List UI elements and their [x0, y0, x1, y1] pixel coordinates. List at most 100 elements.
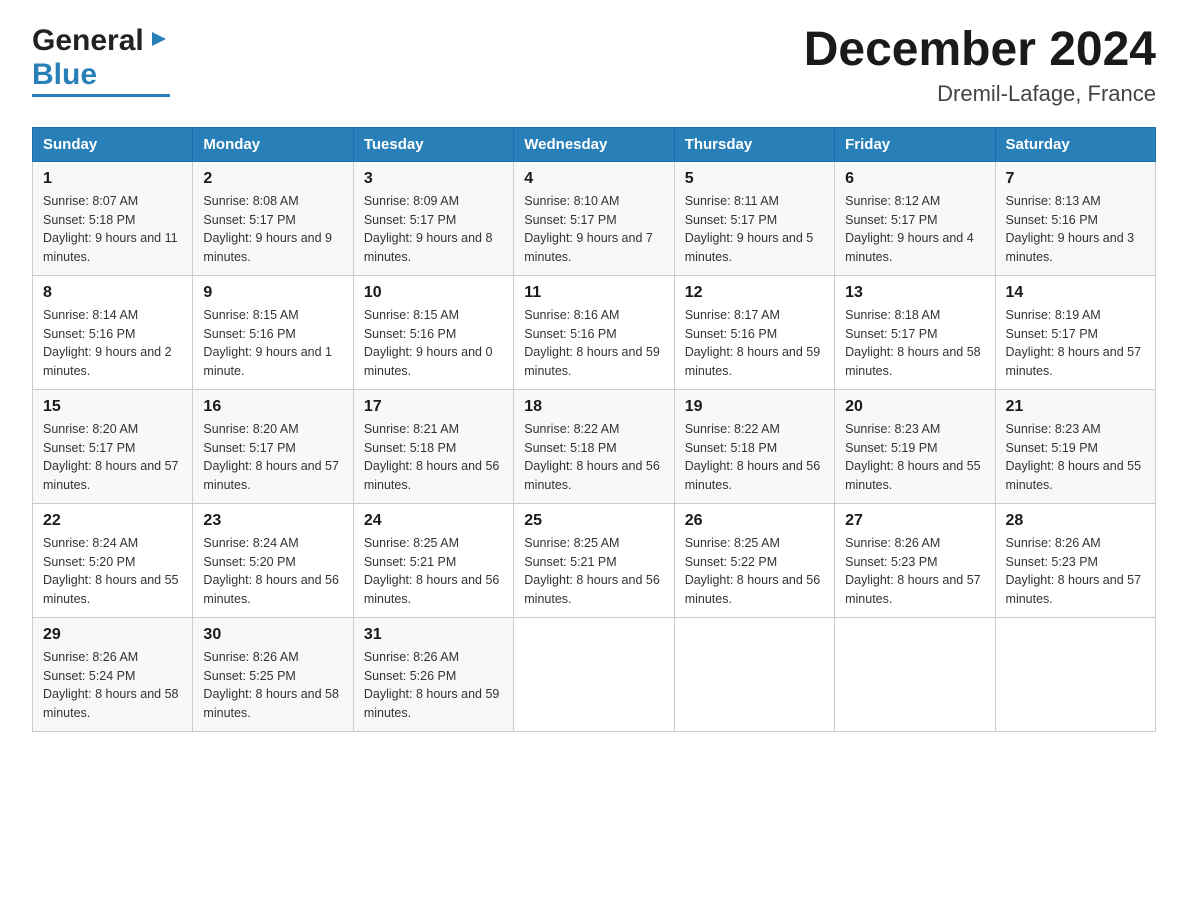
day-number: 30 — [203, 626, 342, 644]
calendar-cell: 24 Sunrise: 8:25 AM Sunset: 5:21 PM Dayl… — [353, 503, 513, 617]
calendar-cell: 3 Sunrise: 8:09 AM Sunset: 5:17 PM Dayli… — [353, 161, 513, 275]
day-info: Sunrise: 8:22 AM Sunset: 5:18 PM Dayligh… — [685, 420, 824, 495]
day-number: 15 — [43, 398, 182, 416]
day-info: Sunrise: 8:13 AM Sunset: 5:16 PM Dayligh… — [1006, 192, 1145, 267]
day-info: Sunrise: 8:23 AM Sunset: 5:19 PM Dayligh… — [1006, 420, 1145, 495]
day-number: 8 — [43, 284, 182, 302]
day-info: Sunrise: 8:21 AM Sunset: 5:18 PM Dayligh… — [364, 420, 503, 495]
calendar-week-row: 15 Sunrise: 8:20 AM Sunset: 5:17 PM Dayl… — [33, 389, 1156, 503]
calendar-cell: 25 Sunrise: 8:25 AM Sunset: 5:21 PM Dayl… — [514, 503, 674, 617]
calendar-cell: 4 Sunrise: 8:10 AM Sunset: 5:17 PM Dayli… — [514, 161, 674, 275]
calendar-week-row: 8 Sunrise: 8:14 AM Sunset: 5:16 PM Dayli… — [33, 275, 1156, 389]
calendar-cell — [995, 617, 1155, 731]
calendar-cell: 19 Sunrise: 8:22 AM Sunset: 5:18 PM Dayl… — [674, 389, 834, 503]
calendar-week-row: 29 Sunrise: 8:26 AM Sunset: 5:24 PM Dayl… — [33, 617, 1156, 731]
day-number: 12 — [685, 284, 824, 302]
day-number: 18 — [524, 398, 663, 416]
day-info: Sunrise: 8:26 AM Sunset: 5:23 PM Dayligh… — [845, 534, 984, 609]
day-info: Sunrise: 8:11 AM Sunset: 5:17 PM Dayligh… — [685, 192, 824, 267]
day-number: 22 — [43, 512, 182, 530]
day-number: 26 — [685, 512, 824, 530]
logo-arrow-icon — [148, 24, 170, 58]
day-info: Sunrise: 8:22 AM Sunset: 5:18 PM Dayligh… — [524, 420, 663, 495]
day-info: Sunrise: 8:16 AM Sunset: 5:16 PM Dayligh… — [524, 306, 663, 381]
day-info: Sunrise: 8:26 AM Sunset: 5:24 PM Dayligh… — [43, 648, 182, 723]
day-info: Sunrise: 8:24 AM Sunset: 5:20 PM Dayligh… — [203, 534, 342, 609]
col-tuesday: Tuesday — [353, 127, 513, 161]
col-monday: Monday — [193, 127, 353, 161]
page-header: General Blue December 2024 Dremil-Lafage… — [32, 24, 1156, 107]
calendar-cell: 13 Sunrise: 8:18 AM Sunset: 5:17 PM Dayl… — [835, 275, 995, 389]
day-number: 23 — [203, 512, 342, 530]
day-info: Sunrise: 8:07 AM Sunset: 5:18 PM Dayligh… — [43, 192, 182, 267]
calendar-cell: 15 Sunrise: 8:20 AM Sunset: 5:17 PM Dayl… — [33, 389, 193, 503]
day-number: 3 — [364, 170, 503, 188]
col-wednesday: Wednesday — [514, 127, 674, 161]
day-info: Sunrise: 8:26 AM Sunset: 5:23 PM Dayligh… — [1006, 534, 1145, 609]
calendar-cell: 20 Sunrise: 8:23 AM Sunset: 5:19 PM Dayl… — [835, 389, 995, 503]
logo-blue-text: Blue — [32, 58, 97, 92]
day-info: Sunrise: 8:15 AM Sunset: 5:16 PM Dayligh… — [364, 306, 503, 381]
calendar-header-row: Sunday Monday Tuesday Wednesday Thursday… — [33, 127, 1156, 161]
day-number: 16 — [203, 398, 342, 416]
day-number: 2 — [203, 170, 342, 188]
day-number: 19 — [685, 398, 824, 416]
day-number: 25 — [524, 512, 663, 530]
title-block: December 2024 Dremil-Lafage, France — [804, 24, 1156, 107]
day-number: 28 — [1006, 512, 1145, 530]
day-number: 4 — [524, 170, 663, 188]
day-info: Sunrise: 8:23 AM Sunset: 5:19 PM Dayligh… — [845, 420, 984, 495]
calendar-week-row: 1 Sunrise: 8:07 AM Sunset: 5:18 PM Dayli… — [33, 161, 1156, 275]
calendar-cell: 27 Sunrise: 8:26 AM Sunset: 5:23 PM Dayl… — [835, 503, 995, 617]
day-info: Sunrise: 8:20 AM Sunset: 5:17 PM Dayligh… — [43, 420, 182, 495]
calendar-subtitle: Dremil-Lafage, France — [804, 81, 1156, 107]
day-info: Sunrise: 8:09 AM Sunset: 5:17 PM Dayligh… — [364, 192, 503, 267]
calendar-cell: 29 Sunrise: 8:26 AM Sunset: 5:24 PM Dayl… — [33, 617, 193, 731]
calendar-cell: 7 Sunrise: 8:13 AM Sunset: 5:16 PM Dayli… — [995, 161, 1155, 275]
calendar-cell: 17 Sunrise: 8:21 AM Sunset: 5:18 PM Dayl… — [353, 389, 513, 503]
col-saturday: Saturday — [995, 127, 1155, 161]
calendar-week-row: 22 Sunrise: 8:24 AM Sunset: 5:20 PM Dayl… — [33, 503, 1156, 617]
day-info: Sunrise: 8:18 AM Sunset: 5:17 PM Dayligh… — [845, 306, 984, 381]
day-number: 27 — [845, 512, 984, 530]
calendar-cell: 30 Sunrise: 8:26 AM Sunset: 5:25 PM Dayl… — [193, 617, 353, 731]
col-sunday: Sunday — [33, 127, 193, 161]
day-number: 29 — [43, 626, 182, 644]
calendar-table: Sunday Monday Tuesday Wednesday Thursday… — [32, 127, 1156, 732]
day-info: Sunrise: 8:25 AM Sunset: 5:22 PM Dayligh… — [685, 534, 824, 609]
day-info: Sunrise: 8:17 AM Sunset: 5:16 PM Dayligh… — [685, 306, 824, 381]
logo-underline — [32, 94, 170, 97]
calendar-cell: 21 Sunrise: 8:23 AM Sunset: 5:19 PM Dayl… — [995, 389, 1155, 503]
day-info: Sunrise: 8:26 AM Sunset: 5:25 PM Dayligh… — [203, 648, 342, 723]
logo: General Blue — [32, 24, 170, 97]
calendar-cell: 11 Sunrise: 8:16 AM Sunset: 5:16 PM Dayl… — [514, 275, 674, 389]
day-info: Sunrise: 8:19 AM Sunset: 5:17 PM Dayligh… — [1006, 306, 1145, 381]
calendar-cell: 6 Sunrise: 8:12 AM Sunset: 5:17 PM Dayli… — [835, 161, 995, 275]
day-number: 14 — [1006, 284, 1145, 302]
calendar-cell: 31 Sunrise: 8:26 AM Sunset: 5:26 PM Dayl… — [353, 617, 513, 731]
calendar-cell: 5 Sunrise: 8:11 AM Sunset: 5:17 PM Dayli… — [674, 161, 834, 275]
calendar-cell: 18 Sunrise: 8:22 AM Sunset: 5:18 PM Dayl… — [514, 389, 674, 503]
day-number: 31 — [364, 626, 503, 644]
calendar-cell: 12 Sunrise: 8:17 AM Sunset: 5:16 PM Dayl… — [674, 275, 834, 389]
calendar-cell: 26 Sunrise: 8:25 AM Sunset: 5:22 PM Dayl… — [674, 503, 834, 617]
logo-general-text: General — [32, 24, 144, 58]
day-number: 5 — [685, 170, 824, 188]
calendar-cell: 8 Sunrise: 8:14 AM Sunset: 5:16 PM Dayli… — [33, 275, 193, 389]
day-info: Sunrise: 8:14 AM Sunset: 5:16 PM Dayligh… — [43, 306, 182, 381]
col-thursday: Thursday — [674, 127, 834, 161]
day-info: Sunrise: 8:08 AM Sunset: 5:17 PM Dayligh… — [203, 192, 342, 267]
day-number: 6 — [845, 170, 984, 188]
day-number: 17 — [364, 398, 503, 416]
day-info: Sunrise: 8:12 AM Sunset: 5:17 PM Dayligh… — [845, 192, 984, 267]
calendar-cell: 9 Sunrise: 8:15 AM Sunset: 5:16 PM Dayli… — [193, 275, 353, 389]
calendar-cell: 10 Sunrise: 8:15 AM Sunset: 5:16 PM Dayl… — [353, 275, 513, 389]
calendar-cell: 16 Sunrise: 8:20 AM Sunset: 5:17 PM Dayl… — [193, 389, 353, 503]
day-number: 1 — [43, 170, 182, 188]
day-number: 7 — [1006, 170, 1145, 188]
day-info: Sunrise: 8:20 AM Sunset: 5:17 PM Dayligh… — [203, 420, 342, 495]
calendar-title: December 2024 — [804, 24, 1156, 77]
day-info: Sunrise: 8:26 AM Sunset: 5:26 PM Dayligh… — [364, 648, 503, 723]
calendar-cell — [674, 617, 834, 731]
day-number: 11 — [524, 284, 663, 302]
